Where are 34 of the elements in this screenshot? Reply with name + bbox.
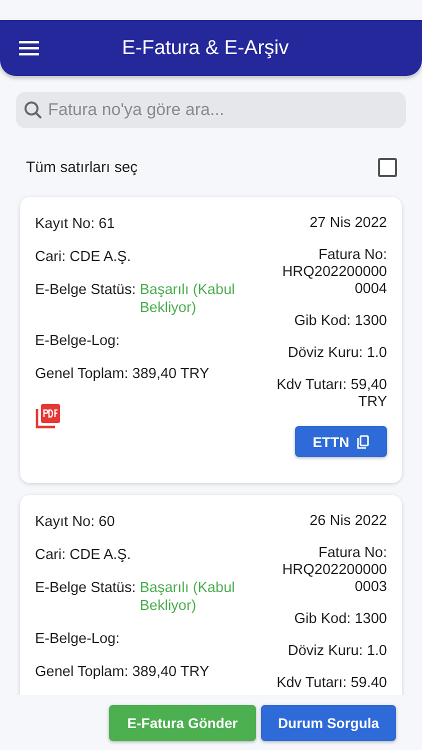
vat-amount: Kdv Tutarı: 59.40 [276,675,387,692]
gib-code: Gib Kod: 1300 [293,611,387,628]
search-icon [24,101,42,119]
search-field[interactable]: Fatura no'ya göre ara... [16,92,406,128]
status-label: E-Belge Statüs: [35,579,136,598]
vat-amount: Kdv Tutarı: 59,40 TRY [276,377,387,411]
search-input[interactable]: Fatura no'ya göre ara... [46,99,380,121]
menu-icon[interactable] [19,40,39,56]
customer: Cari: CDE A.Ş. [35,248,132,266]
query-button[interactable]: Durum Sorgula [261,704,396,740]
copy-icon [357,434,370,448]
status-label: E-Belge Statüs: [35,281,136,300]
pdf-icon[interactable] [35,403,61,429]
record-number: Kayıt No: 60 [35,513,116,531]
gib-code: Gib Kod: 1300 [293,313,387,330]
invoice-number: Fatura No: HRQ2022000000003 [281,545,387,596]
exchange-rate: Döviz Kuru: 1.0 [286,643,387,660]
status-value: Başarılı (Kabul Bekliyor) [140,579,236,615]
log-label: E-Belge-Log: [35,332,121,350]
invoice-date: 27 Nis 2022 [308,215,387,232]
invoice-number: Fatura No: HRQ2022000000004 [281,247,387,298]
checkbox[interactable] [378,158,397,177]
total: Genel Toplam: 389,40 TRY [35,365,210,383]
exchange-rate: Döviz Kuru: 1.0 [286,345,387,362]
select-all-label: Tüm satırları seç [26,159,138,176]
customer: Cari: CDE A.Ş. [35,546,132,564]
log-label: E-Belge-Log: [35,630,121,648]
app-title: E-Fatura & E-Arşiv [122,36,289,60]
ettn-button[interactable]: ETTN [295,426,387,457]
status-value: Başarılı (Kabul Bekliyor) [140,281,236,317]
send-button[interactable]: E-Fatura Gönder [109,704,256,740]
record-number: Kayıt No: 61 [35,215,116,233]
total: Genel Toplam: 389,40 TRY [35,663,210,681]
invoice-date: 26 Nis 2022 [308,513,387,530]
